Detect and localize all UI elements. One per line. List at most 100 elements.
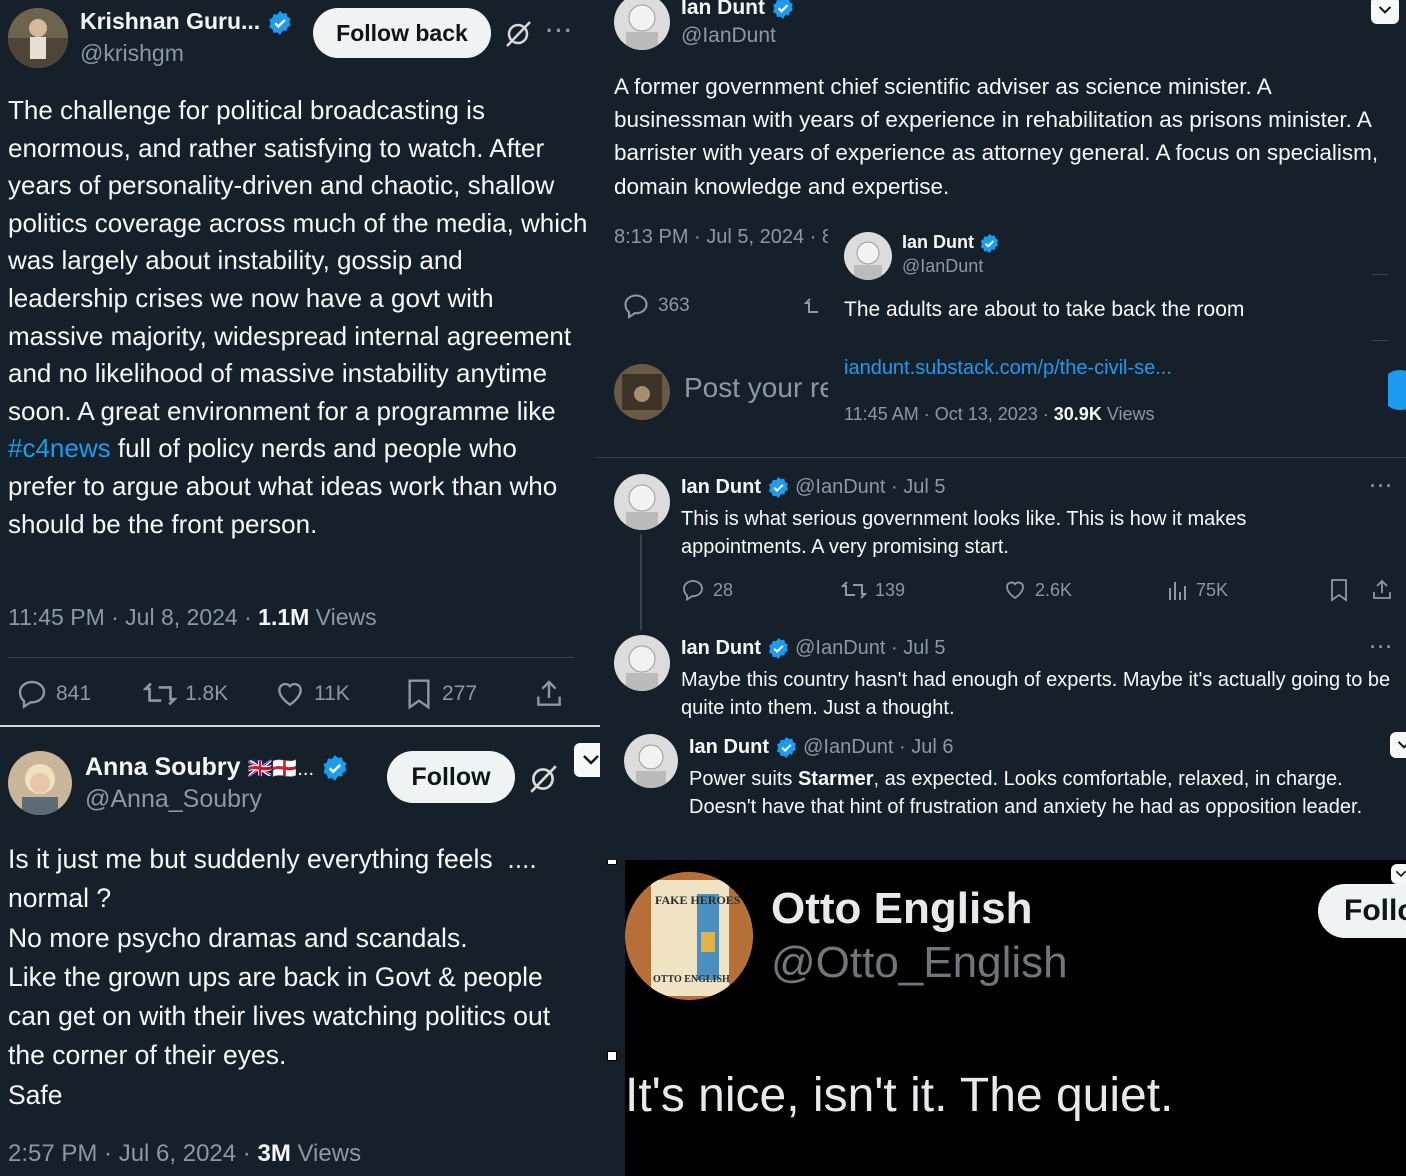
grok-icon[interactable]: [503, 19, 533, 49]
avatar[interactable]: [614, 635, 670, 691]
author-name[interactable]: Krishnan Guru...: [80, 8, 260, 34]
author-handle-date[interactable]: @IanDunt · Jul 5: [795, 476, 945, 498]
avatar-photo: [8, 8, 68, 68]
avatar-photo: [844, 232, 892, 280]
author-handle-date[interactable]: @IanDunt · Jul 5: [795, 637, 945, 659]
divider: [1372, 274, 1388, 275]
verified-badge-icon: [768, 638, 788, 660]
reply-button[interactable]: 363: [622, 292, 690, 320]
quote-timestamp-row: 11:45 AM · Oct 13, 2023 · 30.9K Views: [844, 404, 1155, 425]
retweet-button[interactable]: 139: [841, 578, 905, 602]
avatar[interactable]: [614, 0, 670, 50]
tweet-line: Safe: [8, 1079, 63, 1110]
reply-count: 363: [658, 295, 690, 316]
heart-icon: [1006, 581, 1024, 600]
tweet-text: It's nice, isn't it. The quiet.: [625, 1069, 1174, 1122]
follow-button[interactable]: Follow: [387, 751, 515, 803]
timestamp[interactable]: 11:45 PM · Jul 8, 2024 ·: [8, 604, 258, 630]
reply-button[interactable]: 841: [16, 678, 91, 710]
quote-author-name[interactable]: Ian Dunt: [902, 232, 974, 252]
more-options-icon[interactable]: ···: [1370, 637, 1394, 658]
chevron-down-icon[interactable]: [1371, 0, 1399, 24]
more-options-icon[interactable]: ···: [1370, 476, 1394, 497]
divider: [1372, 340, 1388, 341]
quote-author-handle[interactable]: @IanDunt: [902, 256, 983, 277]
like-button[interactable]: 11K: [274, 678, 350, 710]
reply-input[interactable]: Post your re: [684, 372, 835, 404]
avatar-photo: [8, 751, 72, 815]
quote-author-row[interactable]: Ian Dunt: [902, 232, 1000, 254]
author-name-row[interactable]: Anna Soubry 🇬🇧🏴󠁧󠁢󠁥󠁮󠁧󠁿...: [85, 753, 349, 782]
avatar[interactable]: FAKE HEROES OTTO ENGLISH: [625, 872, 753, 1000]
like-count: 11K: [314, 682, 350, 705]
avatar-book-cover: FAKE HEROES OTTO ENGLISH: [625, 872, 753, 1000]
timestamp-row: 2:57 PM · Jul 6, 2024 · 3M Views: [8, 1140, 361, 1168]
retweet-count: 139: [875, 579, 906, 600]
quote-link[interactable]: iandunt.substack.com/p/the-civil-se...: [844, 357, 1172, 380]
share-icon[interactable]: [533, 678, 565, 710]
thread-line: [640, 534, 642, 630]
heart-icon: [278, 682, 302, 707]
author-name[interactable]: Ian Dunt: [681, 0, 765, 19]
author-row[interactable]: Ian Dunt @IanDunt · Jul 6: [689, 736, 954, 759]
avatar[interactable]: [8, 751, 72, 815]
view-count: 75K: [1196, 579, 1229, 600]
author-handle-date[interactable]: @IanDunt · Jul 6: [803, 736, 953, 758]
analytics-icon: [1169, 582, 1186, 600]
tweet-text-bold: Starmer: [797, 768, 874, 790]
quote-text: The adults are about to take back the ro…: [844, 298, 1245, 321]
share-icon[interactable]: [1370, 578, 1394, 602]
bookmark-icon[interactable]: [1328, 578, 1350, 602]
retweet-icon[interactable]: [804, 294, 828, 320]
tweet-text-part: Power suits: [689, 768, 798, 790]
avatar-photo: [614, 474, 670, 530]
selection-handle[interactable]: [607, 1051, 617, 1061]
author-handle[interactable]: @IanDunt: [681, 24, 776, 48]
author-name[interactable]: Ian Dunt: [681, 476, 761, 498]
more-options-icon[interactable]: ···: [546, 18, 574, 44]
tweet-text: Maybe this country hasn't had enough of …: [681, 669, 1391, 719]
tweet-anna-soubry: Anna Soubry 🇬🇧🏴󠁧󠁢󠁥󠁮󠁧󠁿... @Anna_Soubry Fo…: [0, 727, 625, 1176]
retweet-icon: [143, 682, 177, 706]
chevron-down-icon[interactable]: [1390, 732, 1406, 758]
reply-button[interactable]: 28: [681, 578, 733, 602]
avatar[interactable]: [8, 8, 68, 68]
tweet-line: No more psycho dramas and scandals.: [8, 922, 468, 953]
bookmark-button[interactable]: 277: [404, 678, 477, 710]
follow-button[interactable]: Follo: [1318, 884, 1406, 938]
author-row[interactable]: Ian Dunt @IanDunt · Jul 5: [681, 476, 946, 499]
quote-tweet-card[interactable]: Ian Dunt @IanDunt The adults are about t…: [828, 222, 1388, 442]
views-label: Views: [1101, 404, 1155, 424]
grok-icon[interactable]: [527, 763, 559, 795]
avatar-photo: [614, 0, 670, 50]
author-row[interactable]: Ian Dunt @IanDunt · Jul 5: [681, 637, 946, 660]
like-button[interactable]: 2.6K: [1003, 578, 1072, 602]
hashtag-link[interactable]: #c4news: [8, 433, 111, 463]
author-name[interactable]: Ian Dunt: [689, 736, 769, 758]
like-count: 2.6K: [1035, 579, 1073, 600]
reply-icon: [683, 580, 703, 602]
author-name-row[interactable]: Ian Dunt: [681, 0, 795, 20]
views-button[interactable]: 75K: [1166, 578, 1228, 602]
avatar[interactable]: [614, 474, 670, 530]
author-handle[interactable]: @Otto_English: [771, 938, 1068, 988]
quote-avatar[interactable]: [844, 232, 892, 280]
author-name[interactable]: Anna Soubry: [85, 753, 241, 781]
author-handle[interactable]: @krishgm: [80, 40, 184, 67]
flag-emojis: 🇬🇧🏴󠁧󠁢󠁥󠁮󠁧󠁿...: [247, 758, 315, 780]
chevron-down-icon[interactable]: [1391, 864, 1406, 884]
avatar[interactable]: [624, 734, 678, 788]
reply-count: 28: [713, 579, 734, 600]
author-handle[interactable]: @Anna_Soubry: [85, 785, 262, 814]
timestamp[interactable]: 2:57 PM · Jul 6, 2024 ·: [8, 1140, 257, 1167]
reply-icon: [624, 294, 648, 320]
tweet-line: the corner of their eyes.: [8, 1040, 287, 1071]
views-label: Views: [290, 1140, 362, 1167]
retweet-button[interactable]: 1.8K: [143, 678, 228, 710]
author-name-row[interactable]: Krishnan Guru...: [80, 8, 293, 36]
timestamp[interactable]: 8:13 PM · Jul 5, 2024 · 8: [614, 226, 829, 249]
quote-timestamp[interactable]: 11:45 AM · Oct 13, 2023 ·: [844, 404, 1054, 424]
follow-back-button[interactable]: Follow back: [313, 8, 491, 58]
author-name[interactable]: Otto English: [771, 884, 1033, 934]
author-name[interactable]: Ian Dunt: [681, 637, 761, 659]
